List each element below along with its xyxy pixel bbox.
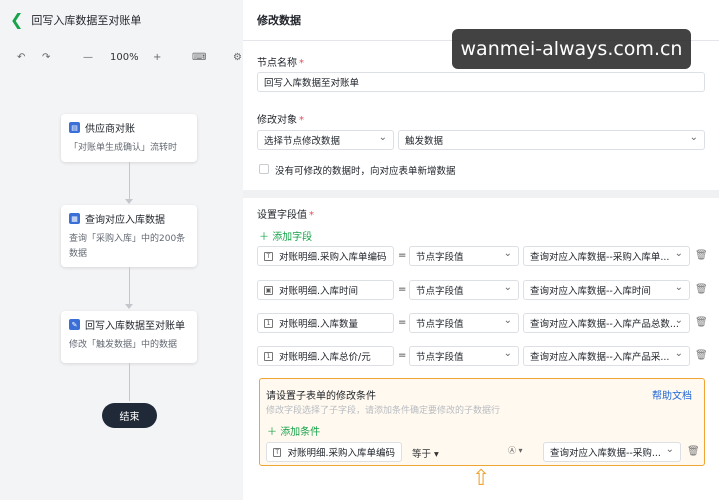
keyboard-icon[interactable]: ⌨ (192, 44, 206, 72)
zoom-in-icon[interactable]: + (153, 44, 161, 72)
node-name-label: 节点名称 * (257, 58, 304, 69)
flow-node-update[interactable]: ✎ 回写入库数据至对账单 修改「触发数据」中的数据 (61, 311, 197, 363)
node-title: 查询对应入库数据 (85, 215, 165, 226)
trash-icon[interactable]: 🗑 (695, 250, 708, 261)
value-select[interactable]: 查询对应入库数据--采购入库单... (523, 246, 690, 266)
add-condition-button[interactable]: ＋ 添加条件 (267, 423, 320, 438)
connector-arrow (125, 304, 133, 309)
subform-condition-box: 请设置子表单的修改条件 帮助文档 修改字段选择了子字段，请添加条件确定要修改的子… (259, 378, 705, 466)
field-text-icon: T (264, 251, 273, 261)
target-data-select[interactable]: 触发数据 (398, 130, 705, 150)
canvas-toolbar: ↶ ↷ — 100% + ⌨ ⚙ (0, 44, 243, 72)
value-type-select[interactable]: 节点字段值 (409, 280, 519, 300)
connector (129, 162, 130, 200)
trash-icon[interactable]: 🗑 (695, 350, 708, 361)
edit-node-icon: ✎ (69, 319, 80, 330)
value-type-select[interactable]: 节点字段值 (409, 313, 519, 333)
field-date-icon: ▣ (264, 285, 273, 295)
connector (129, 267, 130, 305)
node-name-input[interactable]: 回写入库数据至对账单 (257, 72, 705, 92)
flow-header: ❮ 回写入库数据至对账单 (0, 0, 243, 40)
cond-value-select[interactable]: 查询对应入库数据--采购... (543, 442, 681, 462)
settings-gear-icon[interactable]: ⚙ (233, 44, 242, 72)
redo-icon[interactable]: ↷ (42, 44, 50, 72)
arrow-up-icon: ⇧ (472, 466, 491, 491)
node-desc: 查询「采购入库」中的200条数据 (69, 234, 186, 259)
help-doc-link[interactable]: 帮助文档 (652, 387, 692, 402)
flow-node-query[interactable]: ▦ 查询对应入库数据 查询「采购入库」中的200条数据 (61, 205, 197, 267)
field-name-box[interactable]: 1 对账明细.入库总价/元 (257, 346, 394, 366)
connector (129, 363, 130, 401)
edit-panel: 修改数据 节点名称* 回写入库数据至对账单 修改对象* 选择节点修改数据 触发数… (243, 0, 719, 500)
zoom-level: 100% (110, 52, 139, 63)
subform-desc: 修改字段选择了子字段，请添加条件确定要修改的子数据行 (266, 406, 501, 416)
target-label: 修改对象 * (257, 115, 304, 126)
panel-title: 修改数据 (257, 14, 301, 27)
add-if-none-label: 没有可修改的数据时，向对应表单新增数据 (275, 166, 456, 177)
node-title: 回写入库数据至对账单 (85, 321, 185, 332)
node-desc: 「对账单生成确认」流转时 (69, 143, 178, 153)
zoom-out-icon[interactable]: — (83, 44, 93, 72)
query-node-icon: ▦ (69, 213, 80, 224)
value-select[interactable]: 查询对应入库数据--入库产品采... (523, 346, 690, 366)
node-desc: 修改「触发数据」中的数据 (69, 340, 178, 350)
value-select[interactable]: 查询对应入库数据--入库时间 (523, 280, 690, 300)
back-arrow-icon[interactable]: ❮ (10, 12, 23, 28)
field-name-box[interactable]: 1 对账明细.入库数量 (257, 313, 394, 333)
value-type-select[interactable]: 节点字段值 (409, 246, 519, 266)
watermark: wanmei-always.com.cn (452, 29, 691, 69)
flow-node-trigger[interactable]: ▤ 供应商对账 「对账单生成确认」流转时 (61, 114, 197, 162)
field-number-icon: 1 (264, 351, 273, 361)
target-source-select[interactable]: 选择节点修改数据 (257, 130, 394, 150)
flow-title: 回写入库数据至对账单 (31, 14, 142, 27)
value-type-select[interactable]: 节点字段值 (409, 346, 519, 366)
trash-icon[interactable]: 🗑 (687, 446, 700, 457)
section-gap (243, 190, 719, 198)
trash-icon[interactable]: 🗑 (695, 317, 708, 328)
cond-field-box[interactable]: T 对账明细.采购入库单编码 (266, 442, 402, 462)
field-text-icon: T (273, 447, 282, 457)
undo-icon[interactable]: ↶ (17, 44, 25, 72)
equals-sign: = (398, 317, 407, 328)
flow-end-node[interactable]: 结束 (102, 403, 157, 428)
node-title: 供应商对账 (85, 124, 135, 135)
field-name-box[interactable]: T 对账明细.采购入库单编码 (257, 246, 394, 266)
value-mode-icon[interactable]: Ⓐ ▾ (508, 445, 523, 456)
trigger-node-icon: ▤ (69, 122, 80, 133)
fields-label: 设置字段值 * (257, 210, 314, 221)
add-if-none-checkbox[interactable] (259, 164, 269, 174)
trash-icon[interactable]: 🗑 (695, 284, 708, 295)
equals-sign: = (398, 284, 407, 295)
add-field-button[interactable]: ＋ 添加字段 (259, 228, 312, 243)
value-select[interactable]: 查询对应入库数据--入库产品总数... (523, 313, 690, 333)
equals-sign: = (398, 250, 407, 261)
subform-title: 请设置子表单的修改条件 (266, 391, 376, 402)
cond-op-select[interactable]: 等于 ▾ (412, 446, 439, 460)
field-name-box[interactable]: ▣ 对账明细.入库时间 (257, 280, 394, 300)
connector-arrow (125, 199, 133, 204)
flow-canvas: ❮ 回写入库数据至对账单 ↶ ↷ — 100% + ⌨ ⚙ ▤ 供应商对账 「对账… (0, 0, 243, 500)
field-number-icon: 1 (264, 318, 273, 328)
equals-sign: = (398, 350, 407, 361)
